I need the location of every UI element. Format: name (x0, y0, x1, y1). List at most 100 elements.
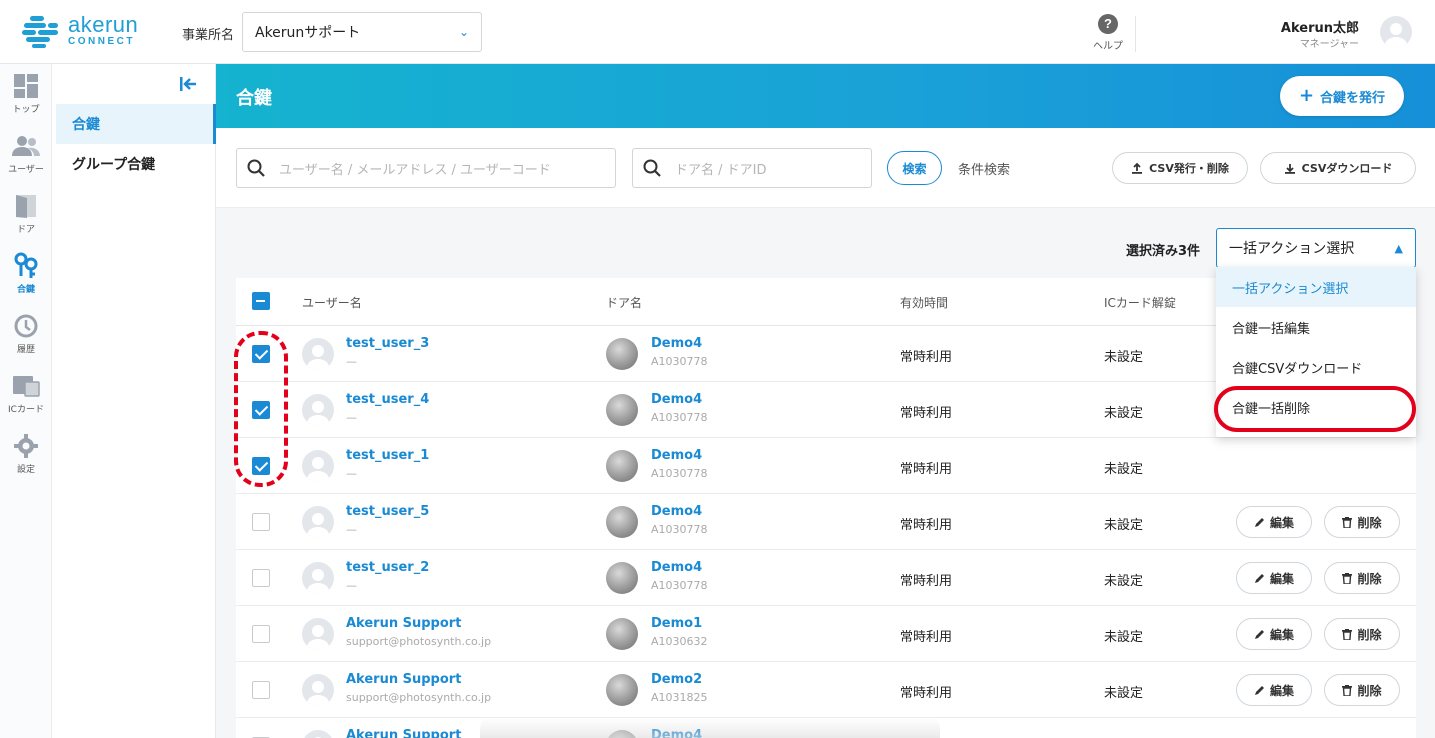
collapse-sidebar-icon[interactable] (178, 74, 198, 94)
rail-item-history[interactable]: 履歴 (0, 312, 52, 355)
issue-key-label: 合鍵を発行 (1320, 90, 1386, 106)
csv-issue-delete-button[interactable]: CSV発行・削除 (1112, 152, 1248, 184)
row-user-name[interactable]: test_user_2 (346, 560, 429, 575)
rail-label: 合鍵 (16, 285, 35, 295)
user-search-input[interactable]: ユーザー名 / メールアドレス / ユーザーコード (236, 148, 616, 188)
col-user[interactable]: ユーザー名 (302, 294, 362, 311)
row-checkbox[interactable] (252, 625, 270, 643)
door-avatar (606, 674, 638, 706)
akerun-logo[interactable]: akerun CONNECT (22, 12, 142, 50)
row-checkbox[interactable] (252, 513, 270, 531)
menu-item-bulk-edit[interactable]: 合鍵一括編集 (1216, 307, 1416, 347)
edit-button[interactable]: 編集 (1236, 674, 1312, 706)
row-valid-time: 常時利用 (900, 462, 953, 477)
issue-key-button[interactable]: + 合鍵を発行 (1280, 76, 1404, 116)
sub-sidebar: 合鍵 グループ合鍵 (56, 64, 216, 738)
upload-icon (1132, 162, 1143, 174)
scroll-shadow (480, 718, 940, 738)
row-checkbox[interactable] (252, 681, 270, 699)
avatar-person-icon (307, 401, 329, 426)
bulk-action-select[interactable]: 一括アクション選択 ▲ (1216, 228, 1416, 268)
rail-item-key[interactable]: 合鍵 (0, 252, 52, 295)
rail-label: トップ (12, 105, 40, 115)
edit-button[interactable]: 編集 (1236, 506, 1312, 538)
rail-item-door[interactable]: ドア (0, 192, 52, 235)
help-button[interactable]: ? ヘルプ (1090, 14, 1126, 52)
table-row[interactable]: Akerun Support support@photosynth.co.jp De… (236, 606, 1416, 662)
rail-item-users[interactable]: ユーザー (0, 132, 52, 175)
row-door-name[interactable]: Demo4 (651, 560, 702, 575)
col-ic-card[interactable]: ICカード解錠 (1104, 294, 1176, 311)
header-divider (1135, 16, 1136, 52)
office-select[interactable]: Akerunサポート ⌄ (242, 12, 482, 52)
icon-rail: トップ ユーザー ドア 合鍵 履歴 ICカード 設定 (0, 64, 52, 738)
row-user-name[interactable]: Akerun Support (346, 728, 461, 738)
pencil-icon (1254, 517, 1264, 527)
search-button[interactable]: 検索 (887, 151, 942, 185)
subnav-item-group-keys[interactable]: グループ合鍵 (56, 144, 216, 184)
row-door-name[interactable]: Demo1 (651, 616, 702, 631)
row-door-name[interactable]: Demo4 (651, 448, 702, 463)
edit-button[interactable]: 編集 (1236, 618, 1312, 650)
logo-wordmark: akerun (68, 12, 139, 37)
history-icon (12, 312, 40, 340)
door-avatar (606, 618, 638, 650)
row-user-name[interactable]: test_user_4 (346, 392, 429, 407)
delete-label: 削除 (1357, 515, 1382, 530)
row-valid-time: 常時利用 (900, 350, 953, 365)
row-user-name[interactable]: Akerun Support (346, 672, 461, 687)
user-avatar[interactable] (1380, 16, 1412, 48)
dashboard-icon (12, 72, 40, 100)
top-header: akerun CONNECT 事業所名 Akerunサポート ⌄ ? ヘルプ A… (0, 0, 1435, 64)
delete-button[interactable]: 削除 (1324, 674, 1400, 706)
row-user-name[interactable]: test_user_5 (346, 504, 429, 519)
row-user-name[interactable]: Akerun Support (346, 616, 461, 631)
search-icon (643, 159, 661, 177)
rail-label: 設定 (16, 465, 35, 475)
edit-button[interactable]: 編集 (1236, 562, 1312, 594)
key-icon (12, 252, 40, 280)
rail-item-top[interactable]: トップ (0, 72, 52, 115)
delete-button[interactable]: 削除 (1324, 562, 1400, 594)
avatar-person-icon (1385, 23, 1407, 48)
delete-button[interactable]: 削除 (1324, 506, 1400, 538)
avatar-person-icon (307, 569, 329, 594)
col-valid-time[interactable]: 有効時間 (900, 294, 948, 311)
office-select-value: Akerunサポート (255, 25, 361, 41)
csv-download-button[interactable]: CSVダウンロード (1260, 152, 1416, 184)
select-all-checkbox[interactable] (252, 292, 270, 310)
table-row[interactable]: Akerun Support support@photosynth.co.jp De… (236, 662, 1416, 718)
delete-label: 削除 (1357, 683, 1382, 698)
door-search-input[interactable]: ドア名 / ドアID (632, 148, 872, 188)
user-avatar (302, 618, 334, 650)
col-door[interactable]: ドア名 (606, 294, 642, 311)
condition-search-link[interactable]: 条件検索 (958, 159, 1010, 178)
row-door-name[interactable]: Demo4 (651, 504, 702, 519)
row-ic-card: 未設定 (1104, 630, 1144, 645)
row-door-id: A1030778 (651, 411, 708, 424)
table-row[interactable]: test_user_1 — Demo4 A1030778 常時利用 未設定 (236, 438, 1416, 494)
table-row[interactable]: test_user_5 — Demo4 A1030778 常時利用 未設定 編集 削除 (236, 494, 1416, 550)
row-user-name[interactable]: test_user_3 (346, 336, 429, 351)
row-door-name[interactable]: Demo4 (651, 392, 702, 407)
edit-label: 編集 (1269, 571, 1294, 586)
menu-item-bulk-select[interactable]: 一括アクション選択 (1216, 267, 1416, 307)
delete-button[interactable]: 削除 (1324, 618, 1400, 650)
row-user-name[interactable]: test_user_1 (346, 448, 429, 463)
page-title: 合鍵 (236, 88, 272, 109)
row-door-name[interactable]: Demo4 (651, 336, 702, 351)
rail-item-settings[interactable]: 設定 (0, 432, 52, 475)
logo-subtitle: CONNECT (68, 36, 135, 47)
row-door-id: A1030778 (651, 579, 708, 592)
subnav-item-keys[interactable]: 合鍵 (56, 104, 216, 144)
table-row[interactable]: test_user_2 — Demo4 A1030778 常時利用 未設定 編集 削除 (236, 550, 1416, 606)
row-door-name[interactable]: Demo2 (651, 672, 702, 687)
user-name[interactable]: Akerun太郎 (1281, 17, 1359, 36)
row-checkbox[interactable] (252, 569, 270, 587)
rail-item-ic-card[interactable]: ICカード (0, 372, 52, 415)
door-avatar (606, 562, 638, 594)
rail-label: 履歴 (16, 345, 35, 355)
plus-icon: + (1298, 85, 1315, 106)
menu-item-csv-download[interactable]: 合鍵CSVダウンロード (1216, 347, 1416, 387)
help-label: ヘルプ (1093, 41, 1123, 52)
